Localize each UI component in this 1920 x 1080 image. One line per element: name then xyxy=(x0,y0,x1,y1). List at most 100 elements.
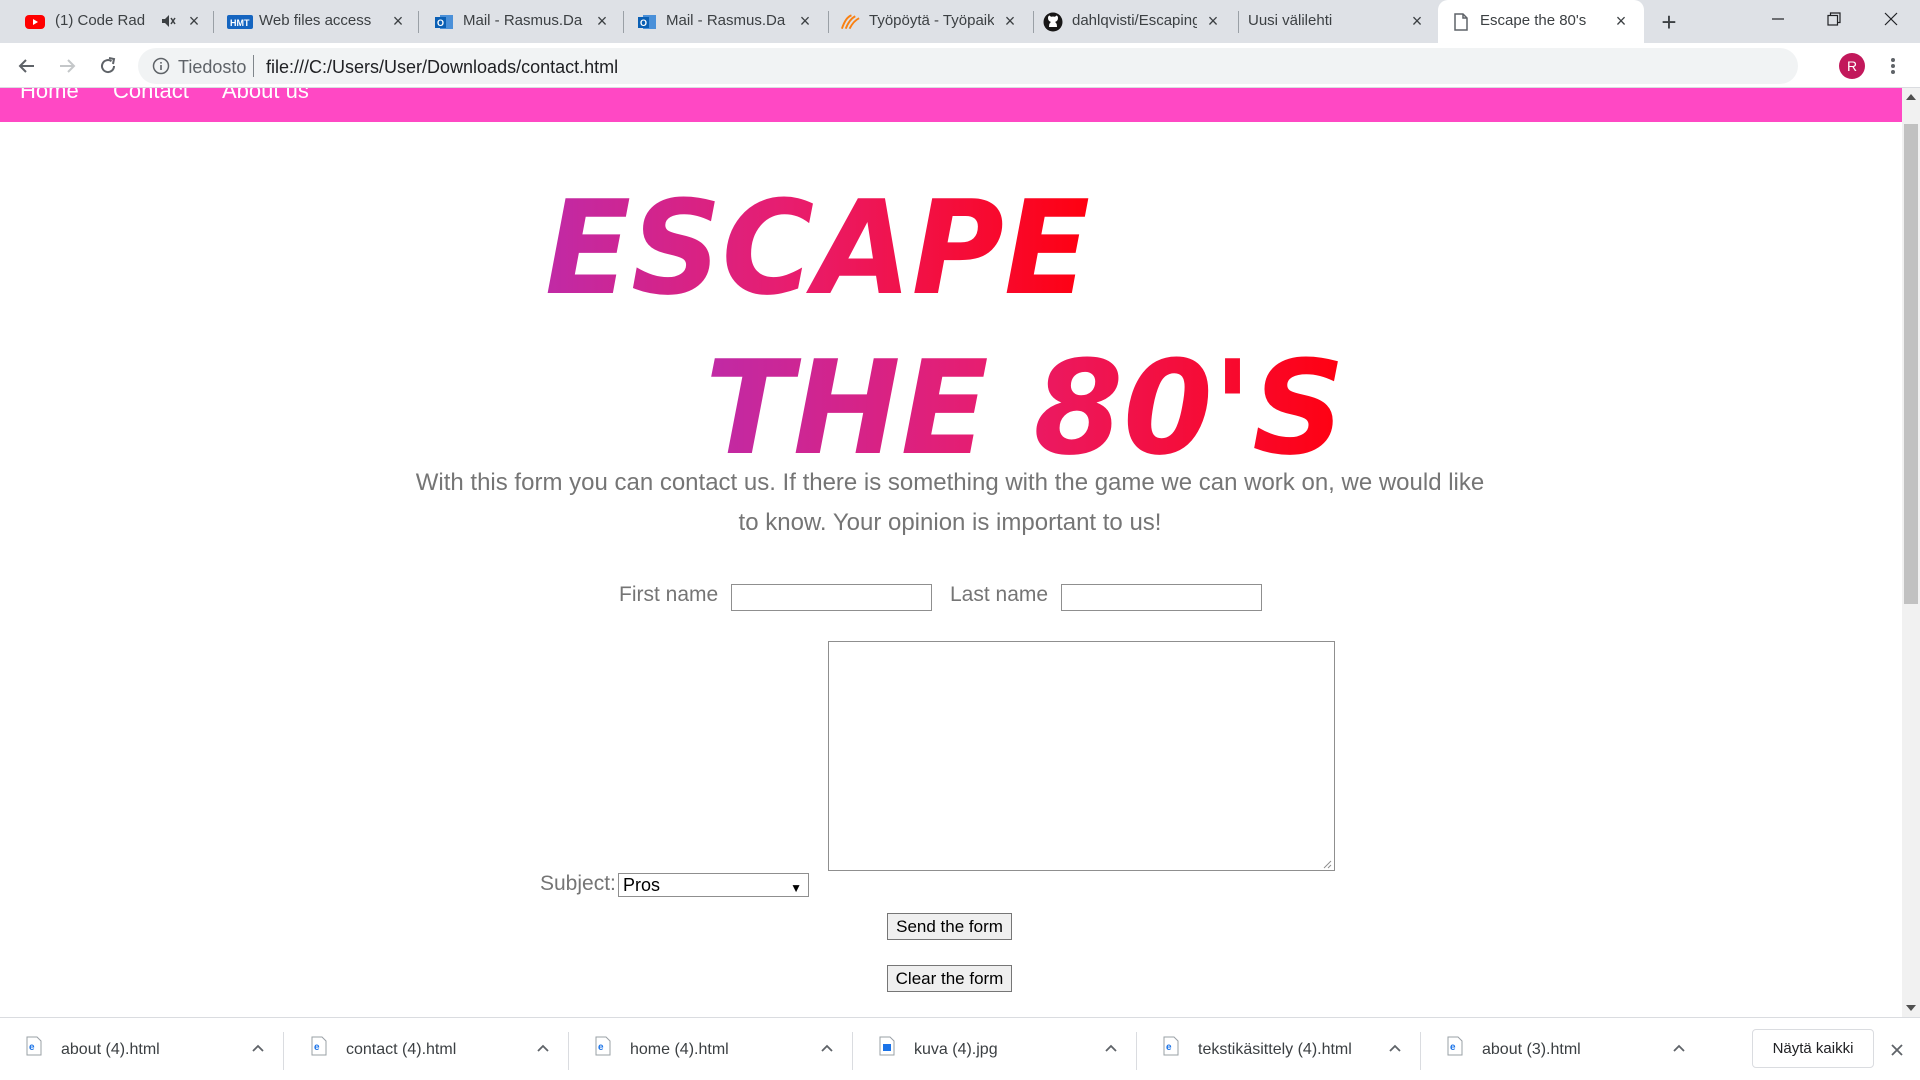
tab-code-radio[interactable]: (1) Code Radio × xyxy=(0,0,210,43)
svg-text:HMT: HMT xyxy=(230,18,250,28)
escape-the-80s-logo: ESCAPE THE 80'S xyxy=(545,172,1345,463)
tab-strip: (1) Code Radio × HMT Web files access × … xyxy=(0,0,1920,43)
reload-icon[interactable] xyxy=(93,51,123,81)
tab-web-files[interactable]: HMT Web files access × xyxy=(214,0,418,43)
download-separator xyxy=(283,1032,284,1070)
profile-avatar[interactable]: R xyxy=(1839,53,1865,79)
tab-title: (1) Code Radio xyxy=(55,12,145,29)
chevron-up-icon[interactable] xyxy=(817,1038,837,1058)
address-bar[interactable]: Tiedosto file:///C:/Users/User/Downloads… xyxy=(138,48,1798,84)
site-nav-bar: Home Contact About us xyxy=(0,88,1902,122)
first-name-label: First name xyxy=(619,583,719,606)
minimize-icon[interactable] xyxy=(1750,0,1805,38)
back-icon[interactable] xyxy=(12,51,42,81)
tab-title: Escape the 80's xyxy=(1480,12,1587,29)
close-tab-icon[interactable]: × xyxy=(1202,10,1224,32)
omnibox-divider xyxy=(253,55,254,77)
close-tab-icon[interactable]: × xyxy=(1610,10,1632,32)
svg-text:O: O xyxy=(437,18,444,28)
outlook-icon: O xyxy=(433,11,454,32)
subject-selected-value: Pros xyxy=(623,875,661,895)
tab-github[interactable]: dahlqvisti/Escaping × xyxy=(1034,0,1238,43)
close-tab-icon[interactable]: × xyxy=(387,10,409,32)
chevron-up-icon[interactable] xyxy=(1385,1038,1405,1058)
html-file-icon: e xyxy=(595,1036,611,1056)
page-icon xyxy=(1450,11,1471,32)
browser-toolbar: Tiedosto file:///C:/Users/User/Downloads… xyxy=(0,43,1920,88)
svg-text:e: e xyxy=(598,1042,604,1053)
chevron-up-icon[interactable] xyxy=(1101,1038,1121,1058)
svg-text:e: e xyxy=(29,1042,35,1053)
new-tab-button[interactable]: + xyxy=(1655,7,1683,37)
svg-text:e: e xyxy=(1166,1042,1172,1053)
tab-new-tab-page[interactable]: Uusi välilehti × xyxy=(1239,0,1439,43)
nav-link-home[interactable]: Home xyxy=(20,88,79,104)
chevron-up-icon[interactable] xyxy=(248,1038,268,1058)
close-tab-icon[interactable]: × xyxy=(591,10,613,32)
speaker-muted-icon[interactable] xyxy=(160,13,176,33)
close-window-icon[interactable] xyxy=(1863,0,1918,38)
download-item[interactable]: kuva (4).jpg xyxy=(853,1018,1137,1080)
svg-text:e: e xyxy=(1450,1042,1456,1053)
download-filename: about (3).html xyxy=(1482,1041,1581,1058)
github-icon xyxy=(1042,11,1063,32)
subject-label: Subject: xyxy=(540,872,616,895)
logo-line-2: THE 80'S xyxy=(705,332,1345,463)
outlook-icon: O xyxy=(636,11,657,32)
html-file-icon: e xyxy=(1163,1036,1179,1056)
moodle-icon xyxy=(840,11,861,32)
tab-title: dahlqvisti/Escaping xyxy=(1072,12,1197,29)
image-file-icon xyxy=(879,1036,895,1056)
tab-escape-the-80s[interactable]: Escape the 80's × xyxy=(1438,0,1644,43)
download-item[interactable]: e about (3).html xyxy=(1421,1018,1705,1080)
youtube-icon xyxy=(24,11,45,32)
tab-mail-1[interactable]: O Mail - Rasmus.Dahlqvist × xyxy=(419,0,623,43)
first-name-input[interactable] xyxy=(731,584,932,611)
intro-line-2: to know. Your opinion is important to us… xyxy=(738,509,1162,536)
download-filename: tekstikäsittely (4).html xyxy=(1198,1041,1352,1058)
close-tab-icon[interactable]: × xyxy=(794,10,816,32)
tab-title: Web files access xyxy=(259,12,372,29)
scroll-up-arrow-icon[interactable] xyxy=(1906,94,1916,100)
message-textarea[interactable] xyxy=(828,641,1335,871)
nav-link-about[interactable]: About us xyxy=(222,88,309,104)
info-icon[interactable] xyxy=(152,57,170,75)
menu-icon[interactable] xyxy=(1880,53,1906,79)
last-name-label: Last name xyxy=(950,583,1049,606)
scrollbar-thumb[interactable] xyxy=(1904,124,1918,604)
close-tab-icon[interactable]: × xyxy=(999,10,1021,32)
download-item[interactable]: e tekstikäsittely (4).html xyxy=(1137,1018,1421,1080)
html-file-icon: e xyxy=(26,1036,42,1056)
svg-text:O: O xyxy=(640,18,647,28)
html-file-icon: e xyxy=(1447,1036,1463,1056)
tab-mail-2[interactable]: O Mail - Rasmus.Dahlqvist × xyxy=(624,0,828,43)
forward-icon[interactable] xyxy=(52,51,82,81)
download-item[interactable]: e about (4).html xyxy=(0,1018,284,1080)
close-tab-icon[interactable]: × xyxy=(183,10,205,32)
download-item[interactable]: e home (4).html xyxy=(569,1018,853,1080)
page-content: Home Contact About us ESCAPE THE 80'S Wi… xyxy=(0,88,1902,1017)
download-filename: kuva (4).jpg xyxy=(914,1041,998,1058)
subject-select[interactable]: Pros ▼ xyxy=(618,873,809,897)
scroll-down-arrow-icon[interactable] xyxy=(1906,1005,1916,1011)
textarea-resize-handle[interactable] xyxy=(1322,859,1332,869)
close-icon[interactable] xyxy=(1885,1038,1909,1062)
url-text[interactable]: file:///C:/Users/User/Downloads/contact.… xyxy=(266,57,618,78)
download-item[interactable]: e contact (4).html xyxy=(285,1018,569,1080)
send-form-button[interactable]: Send the form xyxy=(887,913,1012,940)
tab-tyopoyta[interactable]: Työpöytä - Työpaikka × xyxy=(829,0,1033,43)
restore-icon[interactable] xyxy=(1806,0,1861,38)
page-scrollbar[interactable] xyxy=(1902,88,1920,1017)
site-security-label[interactable]: Tiedosto xyxy=(178,57,246,78)
show-all-downloads-button[interactable]: Näytä kaikki xyxy=(1752,1029,1874,1068)
last-name-input[interactable] xyxy=(1061,584,1262,611)
tab-title: Työpöytä - Työpaikka xyxy=(869,12,994,29)
close-tab-icon[interactable]: × xyxy=(1406,10,1428,32)
downloads-shelf: e about (4).html e contact (4).html e ho… xyxy=(0,1017,1920,1080)
html-file-icon: e xyxy=(311,1036,327,1056)
chevron-up-icon[interactable] xyxy=(1669,1038,1689,1058)
chevron-up-icon[interactable] xyxy=(533,1038,553,1058)
download-filename: about (4).html xyxy=(61,1041,160,1058)
clear-form-button[interactable]: Clear the form xyxy=(887,965,1012,992)
nav-link-contact[interactable]: Contact xyxy=(113,88,189,104)
